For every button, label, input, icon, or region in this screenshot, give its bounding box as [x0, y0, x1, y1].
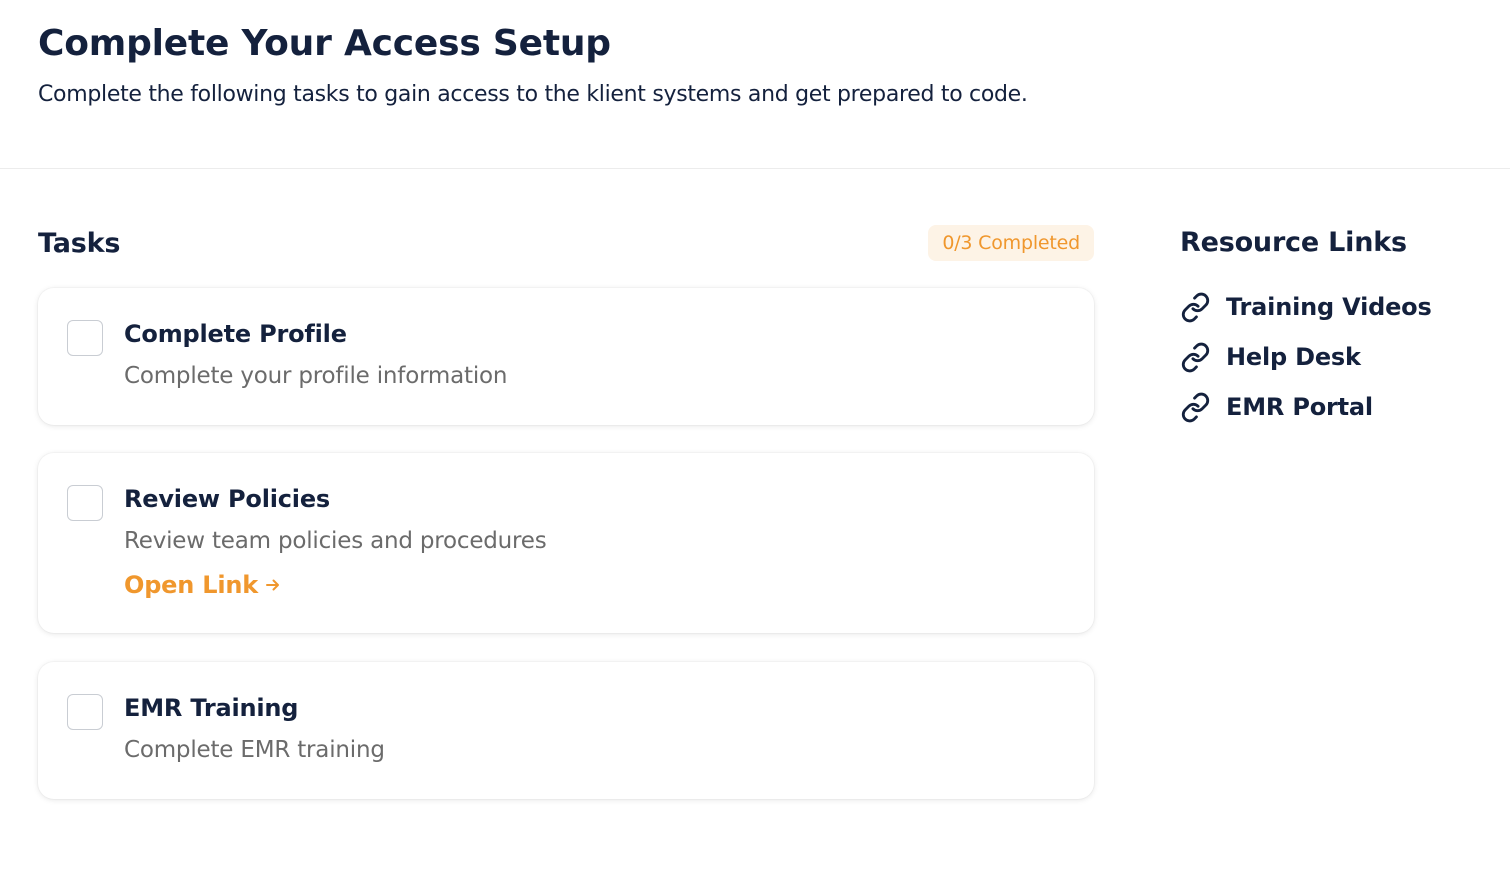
- access-setup-page: Complete Your Access Setup Complete the …: [0, 0, 1510, 890]
- task-body: Review Policies Review team policies and…: [124, 483, 1070, 601]
- task-card-complete-profile: Complete Profile Complete your profile i…: [38, 288, 1094, 425]
- task-description: Complete your profile information: [124, 363, 508, 389]
- open-link-label: Open Link: [124, 571, 259, 599]
- task-checkbox-complete-profile[interactable]: [67, 320, 103, 356]
- task-title: Review Policies: [124, 485, 330, 513]
- resource-link-help-desk[interactable]: Help Desk: [1180, 332, 1490, 382]
- open-link-button[interactable]: Open Link: [124, 569, 282, 601]
- tasks-section: Tasks 0/3 Completed Complete Profile Com…: [38, 225, 1094, 799]
- link-icon: [1181, 292, 1210, 322]
- task-body: EMR Training Complete EMR training: [124, 692, 1070, 765]
- resource-links-heading: Resource Links: [1180, 227, 1407, 258]
- page-header: Complete Your Access Setup Complete the …: [0, 0, 1510, 169]
- page-title: Complete Your Access Setup: [38, 23, 611, 64]
- page-subtitle: Complete the following tasks to gain acc…: [38, 82, 1028, 107]
- task-description: Review team policies and procedures: [124, 528, 547, 554]
- task-card-review-policies: Review Policies Review team policies and…: [38, 453, 1094, 633]
- arrow-right-icon: [266, 579, 280, 591]
- task-checkbox-emr-training[interactable]: [67, 694, 103, 730]
- resource-link-emr-portal[interactable]: EMR Portal: [1180, 382, 1490, 432]
- resource-label: Training Videos: [1226, 293, 1432, 321]
- task-checkbox-review-policies[interactable]: [67, 485, 103, 521]
- link-icon: [1181, 342, 1210, 372]
- task-title: EMR Training: [124, 694, 299, 722]
- tasks-header: Tasks 0/3 Completed: [38, 225, 1094, 261]
- task-card-emr-training: EMR Training Complete EMR training: [38, 662, 1094, 799]
- progress-badge: 0/3 Completed: [928, 225, 1094, 261]
- task-description: Complete EMR training: [124, 737, 385, 763]
- tasks-heading: Tasks: [38, 227, 121, 259]
- task-title: Complete Profile: [124, 320, 347, 348]
- link-icon: [1181, 392, 1210, 422]
- resource-label: EMR Portal: [1226, 393, 1373, 421]
- resource-list: Training Videos Help Desk EMR Portal: [1180, 282, 1490, 432]
- task-body: Complete Profile Complete your profile i…: [124, 318, 1070, 391]
- resource-label: Help Desk: [1226, 343, 1361, 371]
- resource-links-section: Resource Links Training Videos Help Desk: [1180, 225, 1490, 432]
- resource-link-training-videos[interactable]: Training Videos: [1180, 282, 1490, 332]
